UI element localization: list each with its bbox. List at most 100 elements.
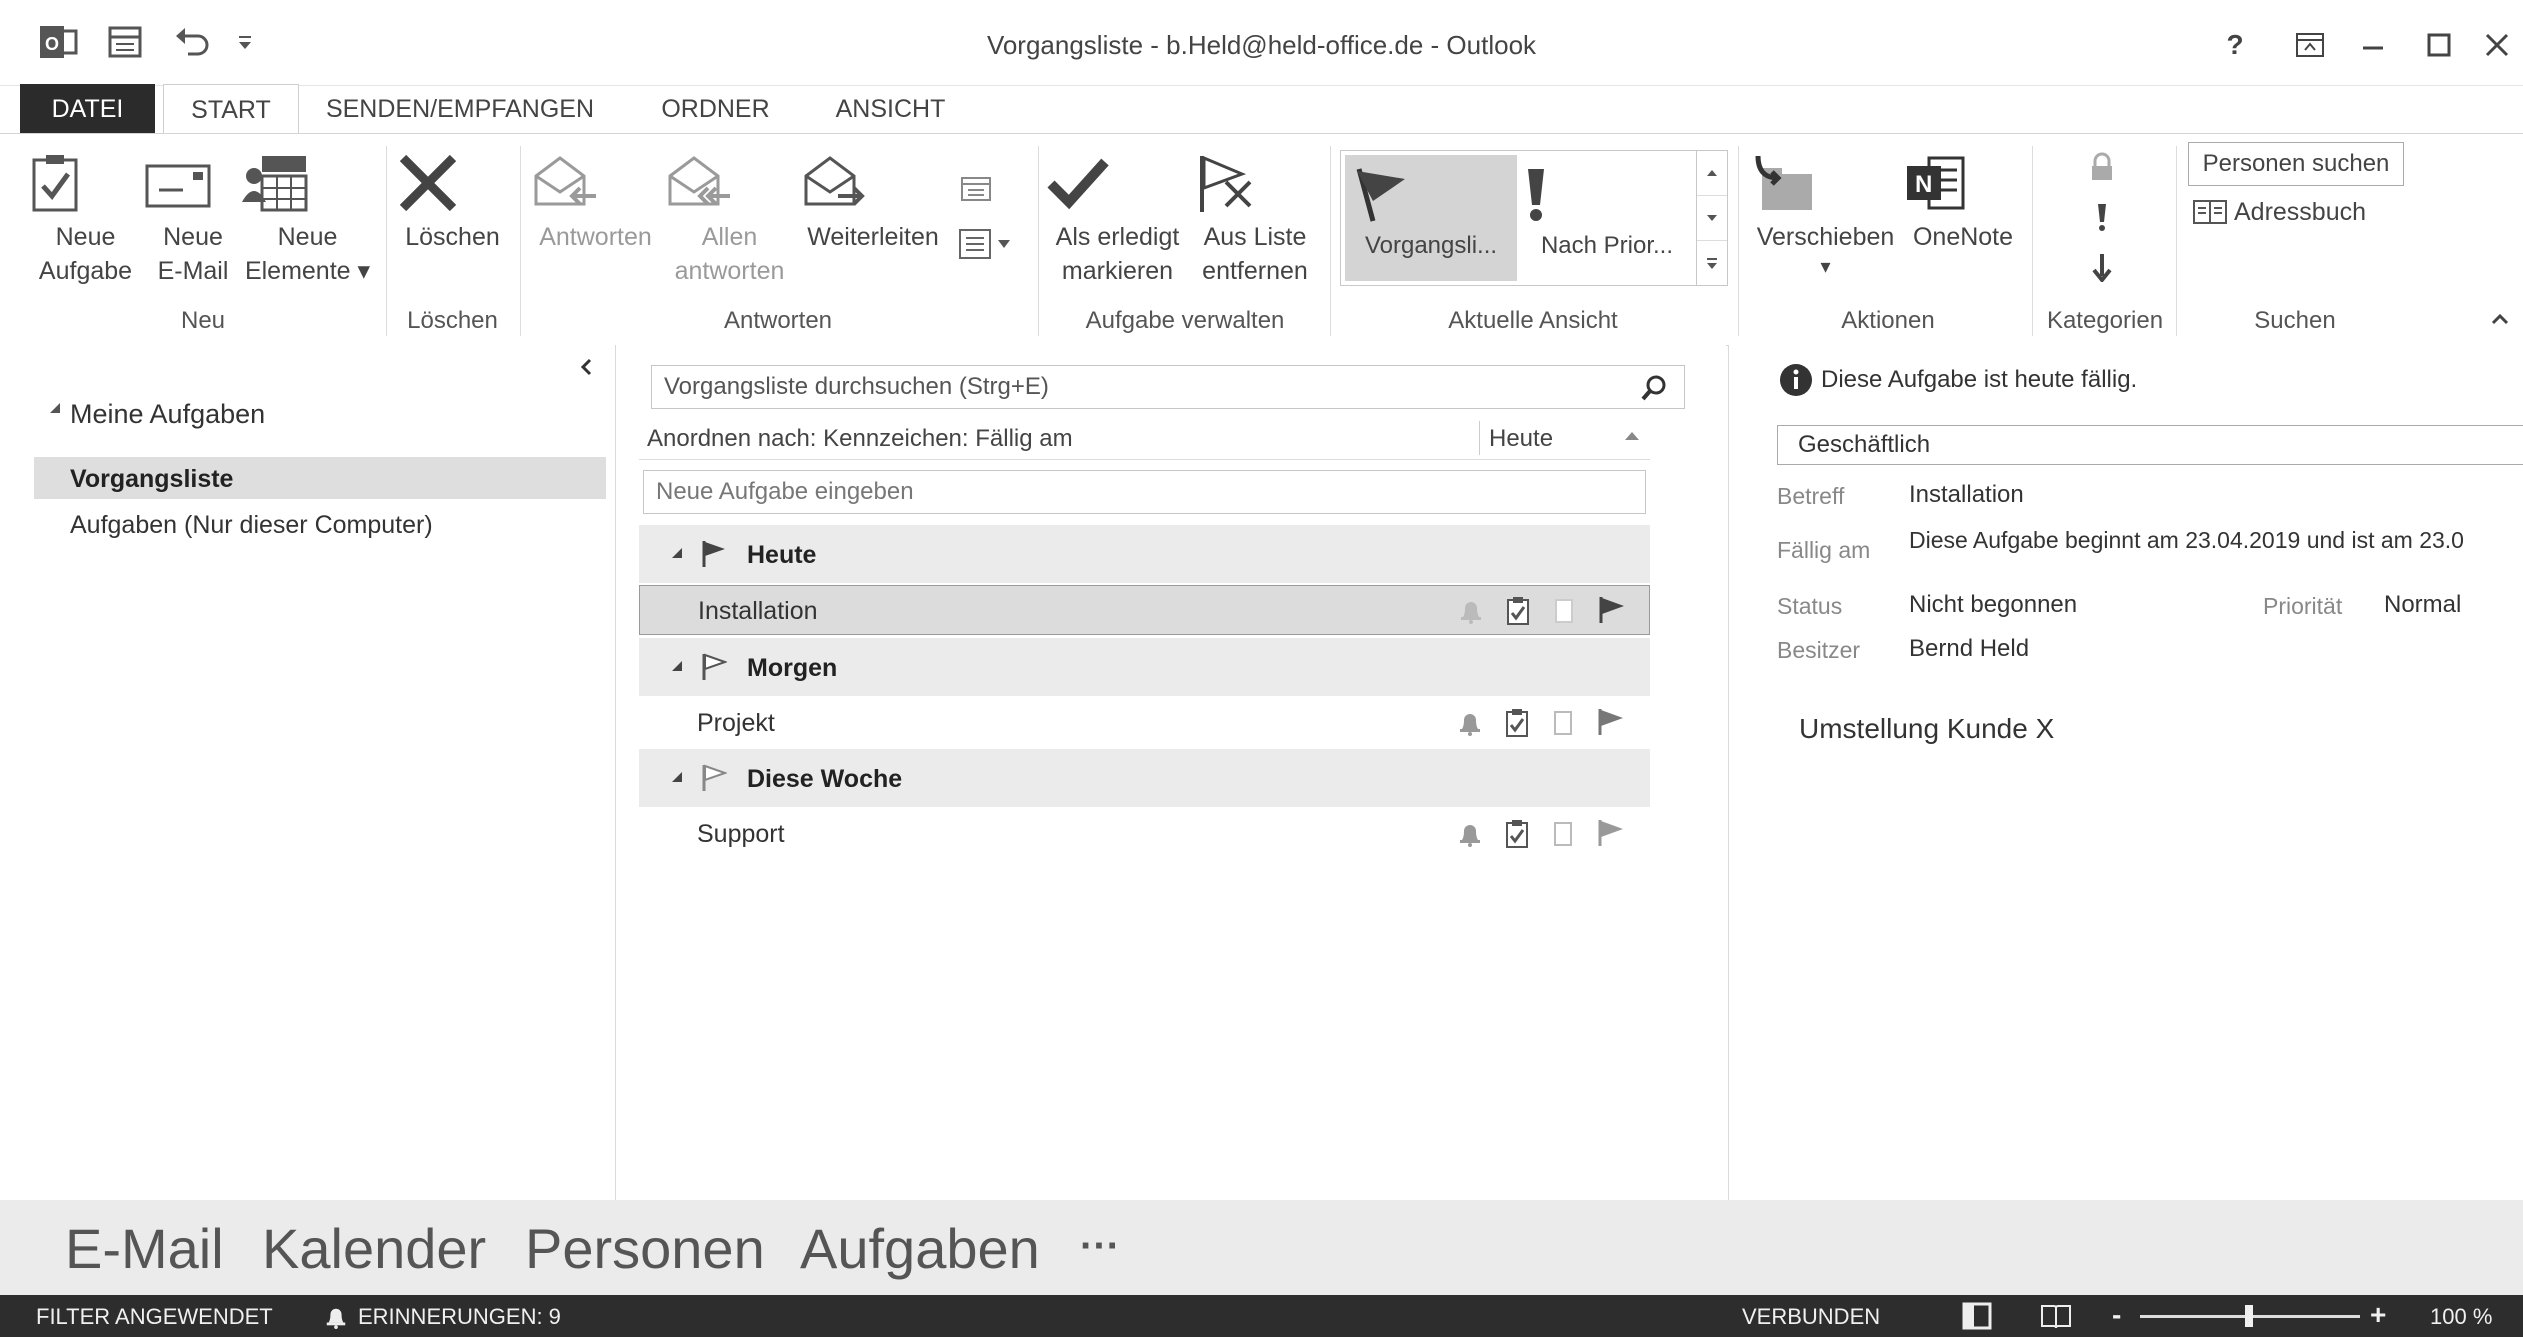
zoom-level[interactable]: 100 %	[2430, 1304, 2492, 1330]
reminder-bell-icon[interactable]	[1457, 710, 1483, 736]
new-task-input[interactable]: Neue Aufgabe eingeben	[643, 470, 1646, 514]
task-type-icon	[1505, 708, 1529, 738]
private-lock-icon[interactable]	[2088, 152, 2116, 182]
gallery-scroll	[1696, 151, 1727, 285]
group-separator	[1330, 146, 1331, 336]
connection-status: VERBUNDEN	[1742, 1304, 1881, 1329]
group-header-morgen[interactable]: Morgen	[639, 638, 1650, 696]
window-title: Vorgangsliste - b.Held@held-office.de - …	[986, 30, 1537, 60]
view-by-priority-button[interactable]: Nach Prior...	[1521, 155, 1693, 281]
delete-x-icon	[395, 152, 510, 214]
zoom-out-button[interactable]: -	[2112, 1299, 2121, 1331]
group-label: Diese Woche	[747, 765, 903, 793]
task-row-installation[interactable]: Installation	[639, 585, 1650, 635]
task-flag-icon[interactable]	[1597, 818, 1625, 848]
view-todo-list-button[interactable]: Vorgangsli...	[1345, 155, 1517, 281]
new-items-button[interactable]: Neue Elemente ▾	[240, 152, 375, 288]
module-kalender[interactable]: Kalender	[262, 1216, 486, 1281]
module-navigation: E-Mail Kalender Personen Aufgaben ···	[0, 1200, 2523, 1295]
nav-root-label[interactable]: Meine Aufgaben	[70, 399, 265, 430]
high-importance-icon[interactable]	[2093, 202, 2111, 232]
close-button[interactable]	[2472, 20, 2522, 70]
tab-ansicht[interactable]: ANSICHT	[818, 84, 963, 134]
complete-checkbox[interactable]	[1553, 710, 1573, 736]
low-importance-icon[interactable]	[2091, 252, 2113, 282]
due-label: Fällig am	[1777, 537, 1871, 563]
sort-up-icon	[1624, 431, 1640, 441]
module-aufgaben[interactable]: Aufgaben	[800, 1216, 1040, 1281]
owner-label: Besitzer	[1777, 637, 1861, 663]
new-email-button[interactable]: Neue E-Mail	[143, 152, 243, 288]
reminders-label: ERINNERUNGEN: 9	[358, 1304, 561, 1329]
group-label-aufgabe-verwalten: Aufgabe verwalten	[1085, 307, 1285, 334]
group-header-heute[interactable]: Heute	[639, 525, 1650, 583]
reminder-bell-icon[interactable]	[1457, 821, 1483, 847]
collapse-ribbon-icon[interactable]	[2490, 312, 2510, 326]
onenote-button[interactable]: N OneNote	[1903, 152, 2023, 254]
task-list-pane: Vorgangsliste durchsuchen (Strg+E) Anord…	[616, 345, 1726, 1200]
expand-triangle-icon[interactable]	[48, 401, 62, 415]
reminders-status[interactable]: ERINNERUNGEN: 9	[324, 1304, 561, 1330]
zoom-in-button[interactable]: +	[2370, 1299, 2386, 1331]
category-field[interactable]: Geschäftlich	[1777, 425, 2523, 465]
zoom-slider-thumb[interactable]	[2245, 1305, 2253, 1327]
nav-item-aufgaben-computer[interactable]: Aufgaben (Nur dieser Computer)	[70, 511, 433, 540]
group-separator	[2032, 146, 2033, 336]
move-label: Verschieben	[1756, 223, 1895, 251]
group-separator	[1738, 146, 1739, 336]
group-header-diese-woche[interactable]: Diese Woche	[639, 749, 1650, 807]
filter-status[interactable]: FILTER ANGEWENDET	[36, 1304, 273, 1330]
group-label-neu: Neu	[180, 307, 226, 334]
module-more-button[interactable]: ···	[1080, 1224, 1120, 1269]
task-flag-icon[interactable]	[1597, 707, 1625, 737]
gallery-more-icon[interactable]	[1697, 241, 1727, 285]
tab-senden-empfangen[interactable]: SENDEN/EMPFANGEN	[320, 84, 600, 134]
help-button[interactable]: ?	[2210, 20, 2260, 70]
module-personen[interactable]: Personen	[525, 1216, 765, 1281]
remove-from-list-button[interactable]: Aus Liste entfernen	[1190, 152, 1320, 288]
reminder-bell-icon	[324, 1305, 348, 1329]
flag-outline-icon	[701, 763, 727, 793]
tab-ordner[interactable]: ORDNER	[648, 84, 783, 134]
task-row-projekt[interactable]: Projekt	[639, 698, 1650, 748]
search-icon[interactable]	[1640, 374, 1668, 402]
move-button[interactable]: Verschieben ▾	[1748, 152, 1903, 280]
complete-checkbox[interactable]	[1553, 821, 1573, 847]
normal-view-icon[interactable]	[1962, 1302, 1992, 1330]
forward-label: Weiterleiten	[807, 223, 939, 251]
view-todo-list-label: Vorgangsli...	[1364, 232, 1498, 259]
gallery-down-icon[interactable]	[1697, 196, 1727, 241]
owner-value: Bernd Held	[1909, 635, 2030, 662]
mark-complete-button[interactable]: Als erledigt markieren	[1045, 152, 1190, 288]
reminder-bell-icon[interactable]	[1458, 598, 1484, 624]
task-flag-icon[interactable]	[1598, 595, 1626, 625]
address-book-button[interactable]: Adressbuch	[2192, 192, 2366, 232]
task-body-text[interactable]: Umstellung Kunde X	[1799, 713, 2054, 745]
nav-item-vorgangsliste[interactable]: Vorgangsliste	[34, 457, 606, 499]
module-email[interactable]: E-Mail	[65, 1216, 224, 1281]
reply-all-button[interactable]: Allen antworten	[662, 152, 797, 288]
collapse-pane-icon[interactable]	[578, 357, 594, 377]
move-dropdown-arrow[interactable]: ▾	[1748, 254, 1903, 280]
task-subject: Installation	[698, 597, 818, 625]
gallery-up-icon[interactable]	[1697, 151, 1727, 196]
task-search-input[interactable]: Vorgangsliste durchsuchen (Strg+E)	[651, 365, 1685, 409]
forward-button[interactable]: Weiterleiten	[798, 152, 948, 254]
delete-button[interactable]: Löschen	[395, 152, 510, 254]
expand-triangle-icon	[671, 771, 683, 783]
complete-checkbox[interactable]	[1554, 598, 1574, 624]
task-row-support[interactable]: Support	[639, 809, 1650, 859]
more-reply-options-icon[interactable]	[958, 226, 1014, 262]
onenote-label: OneNote	[1912, 223, 2014, 251]
ribbon-display-options-icon[interactable]	[2285, 20, 2335, 70]
people-search-input[interactable]: Personen suchen	[2188, 142, 2404, 186]
tab-datei[interactable]: DATEI	[20, 84, 155, 134]
meeting-reply-icon[interactable]	[958, 172, 994, 204]
tab-start[interactable]: START	[163, 84, 299, 136]
minimize-button[interactable]	[2348, 20, 2398, 70]
reply-button[interactable]: Antworten	[528, 152, 663, 254]
sort-header[interactable]: Anordnen nach: Kennzeichen: Fällig am He…	[639, 421, 1650, 457]
maximize-button[interactable]	[2414, 20, 2464, 70]
reading-view-icon[interactable]	[2040, 1302, 2072, 1330]
new-task-button[interactable]: Neue Aufgabe	[28, 152, 143, 288]
